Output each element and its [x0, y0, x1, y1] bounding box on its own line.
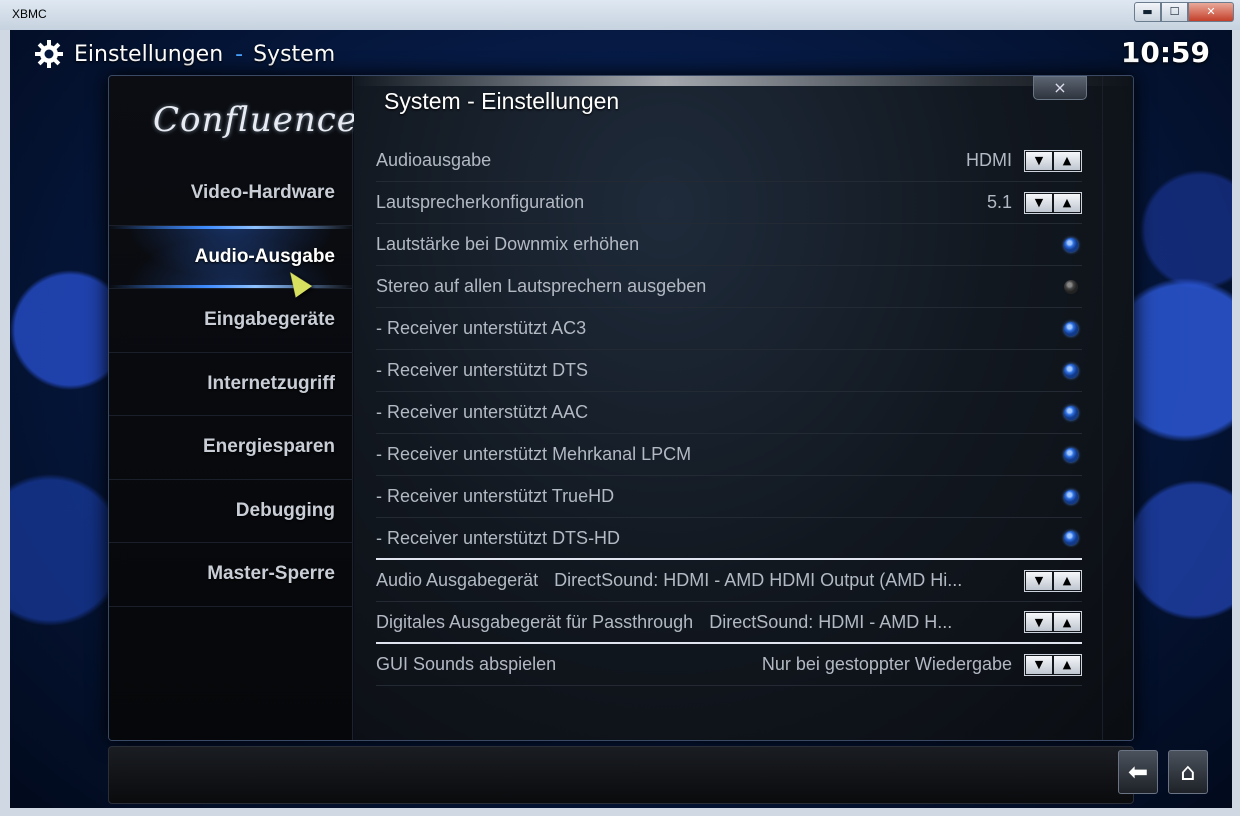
setting-label: Audioausgabe [376, 150, 492, 170]
setting-value: 5.1 [986, 192, 1012, 212]
spin-down-button[interactable]: ▼ [1026, 571, 1052, 590]
minimize-button[interactable]: ▬ [1134, 2, 1161, 22]
setting-label: - Receiver unterstützt DTS [376, 360, 589, 380]
setting-value: Nur bei gestoppter Wiedergabe [761, 654, 1012, 674]
spin-down-button[interactable]: ▼ [1026, 655, 1052, 674]
dialog-title: System - Einstellungen [384, 88, 620, 114]
sidebar-item-label: Internetzugriff [207, 372, 335, 394]
panel-divider [1102, 76, 1103, 740]
setting-label: - Receiver unterstützt TrueHD [376, 486, 615, 506]
setting-label: GUI Sounds abspielen [376, 654, 557, 674]
window-close-button[interactable]: ✕ [1188, 2, 1234, 22]
setting-label: - Receiver unterstützt DTS-HD [376, 527, 621, 548]
settings-list: Audioausgabe HDMI ▼ ▲ Lautsprecherkonfigu… [376, 140, 1082, 686]
clock: 10:59 [1120, 36, 1210, 69]
setting-row-truehd[interactable]: - Receiver unterstützt TrueHD [376, 476, 1082, 518]
setting-label: - Receiver unterstützt Mehrkanal LPCM [376, 444, 692, 464]
header-section: Einstellungen [74, 41, 224, 67]
radio-on-indicator[interactable] [1064, 321, 1078, 336]
setting-label: Audio Ausgabegerät [376, 570, 539, 590]
settings-panel: System - Einstellungen × Audioausgabe HD… [354, 76, 1133, 740]
sidebar: Confluence Video-Hardware Audio-Ausgabe … [109, 76, 358, 740]
spin-control: ▼ ▲ [1024, 569, 1082, 592]
radio-on-indicator[interactable] [1064, 363, 1078, 378]
window-titlebar[interactable]: XBMC ▬ ☐ ✕ [0, 0, 1240, 30]
home-icon: ⌂ [1180, 758, 1196, 786]
setting-value: DirectSound: HDMI - AMD H... [709, 611, 953, 632]
gear-icon [35, 40, 63, 68]
setting-label: Lautstärke bei Downmix erhöhen [376, 234, 640, 254]
sidebar-item-audio-ausgabe[interactable]: Audio-Ausgabe [109, 225, 353, 289]
radio-on-indicator[interactable] [1064, 447, 1078, 462]
spin-down-button[interactable]: ▼ [1026, 613, 1052, 631]
setting-row-audioausgabe[interactable]: Audioausgabe HDMI ▼ ▲ [376, 140, 1082, 182]
setting-label: - Receiver unterstützt AC3 [376, 318, 587, 338]
sidebar-item-label: Video-Hardware [190, 182, 335, 204]
setting-row-dts[interactable]: - Receiver unterstützt DTS [376, 350, 1082, 392]
dialog-close-button[interactable]: × [1033, 76, 1087, 100]
setting-row-audio-device[interactable]: Audio Ausgabegerät DirectSound: HDMI - A… [376, 560, 1082, 602]
setting-row-lautsprecherkonfiguration[interactable]: Lautsprecherkonfiguration 5.1 ▼ ▲ [376, 182, 1082, 224]
radio-on-indicator[interactable] [1064, 489, 1078, 504]
sidebar-item-eingabegeraete[interactable]: Eingabegeräte [109, 289, 353, 353]
spin-control: ▼ ▲ [1024, 149, 1082, 172]
setting-row-lpcm[interactable]: - Receiver unterstützt Mehrkanal LPCM [376, 434, 1082, 476]
spin-up-button[interactable]: ▲ [1054, 571, 1080, 590]
spin-down-button[interactable]: ▼ [1026, 151, 1052, 170]
spin-up-button[interactable]: ▲ [1054, 151, 1080, 170]
spin-control: ▼ ▲ [1024, 653, 1082, 676]
setting-label: Stereo auf allen Lautsprechern ausgeben [376, 276, 707, 296]
spin-down-button[interactable]: ▼ [1026, 193, 1052, 212]
radio-off-indicator[interactable] [1064, 279, 1078, 294]
setting-row-aac[interactable]: - Receiver unterstützt AAC [376, 392, 1082, 434]
gloss-highlight [354, 76, 1133, 86]
sidebar-item-debugging[interactable]: Debugging [109, 480, 353, 543]
spin-control: ▼ ▲ [1024, 611, 1082, 633]
spin-control: ▼ ▲ [1024, 191, 1082, 214]
spin-up-button[interactable]: ▲ [1054, 613, 1080, 631]
setting-label: - Receiver unterstützt AAC [376, 402, 589, 422]
setting-row-gui-sounds[interactable]: GUI Sounds abspielen Nur bei gestoppter … [376, 644, 1082, 686]
setting-row-passthrough-device[interactable]: Digitales Ausgabegerät für Passthrough D… [376, 602, 1082, 644]
sidebar-item-label: Energiesparen [203, 436, 335, 458]
sidebar-nav: Video-Hardware Audio-Ausgabe Eingabegerä… [109, 162, 353, 607]
setting-row-downmix[interactable]: Lautstärke bei Downmix erhöhen [376, 224, 1082, 266]
header-separator: - [235, 41, 244, 67]
sidebar-item-internetzugriff[interactable]: Internetzugriff [109, 353, 353, 416]
sidebar-item-label: Eingabegeräte [204, 309, 335, 331]
setting-label: Lautsprecherkonfiguration [376, 192, 585, 212]
sidebar-item-label: Debugging [235, 499, 335, 521]
xbmc-window: XBMC ▬ ☐ ✕ Einstellungen - System 10:59 … [0, 0, 1240, 816]
spin-up-button[interactable]: ▲ [1054, 193, 1080, 212]
sidebar-item-master-sperre[interactable]: Master-Sperre [109, 543, 353, 607]
spin-up-button[interactable]: ▲ [1054, 655, 1080, 674]
window-controls: ▬ ☐ ✕ [1134, 2, 1234, 22]
radio-on-indicator[interactable] [1064, 531, 1078, 545]
page-header: Einstellungen - System [34, 38, 335, 70]
radio-on-indicator[interactable] [1064, 405, 1078, 420]
maximize-button[interactable]: ☐ [1161, 2, 1188, 22]
sidebar-item-video-hardware[interactable]: Video-Hardware [109, 162, 353, 226]
sidebar-item-label: Audio-Ausgabe [194, 245, 335, 267]
setting-label: Digitales Ausgabegerät für Passthrough [376, 611, 694, 632]
app-canvas: Einstellungen - System 10:59 Confluence … [10, 30, 1232, 808]
bottom-bar [108, 746, 1134, 804]
back-arrow-icon: ⬅ [1127, 758, 1149, 786]
sidebar-item-label: Master-Sperre [207, 563, 335, 585]
setting-value: DirectSound: HDMI - AMD HDMI Output (AMD… [554, 570, 963, 590]
sidebar-item-energiesparen[interactable]: Energiesparen [109, 416, 353, 480]
confluence-logo: Confluence [153, 100, 358, 140]
setting-value: HDMI [966, 150, 1012, 170]
header-subsection: System [253, 41, 336, 67]
setting-row-ac3[interactable]: - Receiver unterstützt AC3 [376, 308, 1082, 350]
setting-row-stereo-upmix[interactable]: Stereo auf allen Lautsprechern ausgeben [376, 266, 1082, 308]
home-button[interactable]: ⌂ [1168, 750, 1208, 794]
setting-row-dtshd[interactable]: - Receiver unterstützt DTS-HD [376, 518, 1082, 560]
settings-dialog: Confluence Video-Hardware Audio-Ausgabe … [108, 75, 1134, 741]
radio-on-indicator[interactable] [1064, 237, 1078, 252]
back-button[interactable]: ⬅ [1118, 750, 1158, 794]
window-title: XBMC [12, 7, 47, 21]
